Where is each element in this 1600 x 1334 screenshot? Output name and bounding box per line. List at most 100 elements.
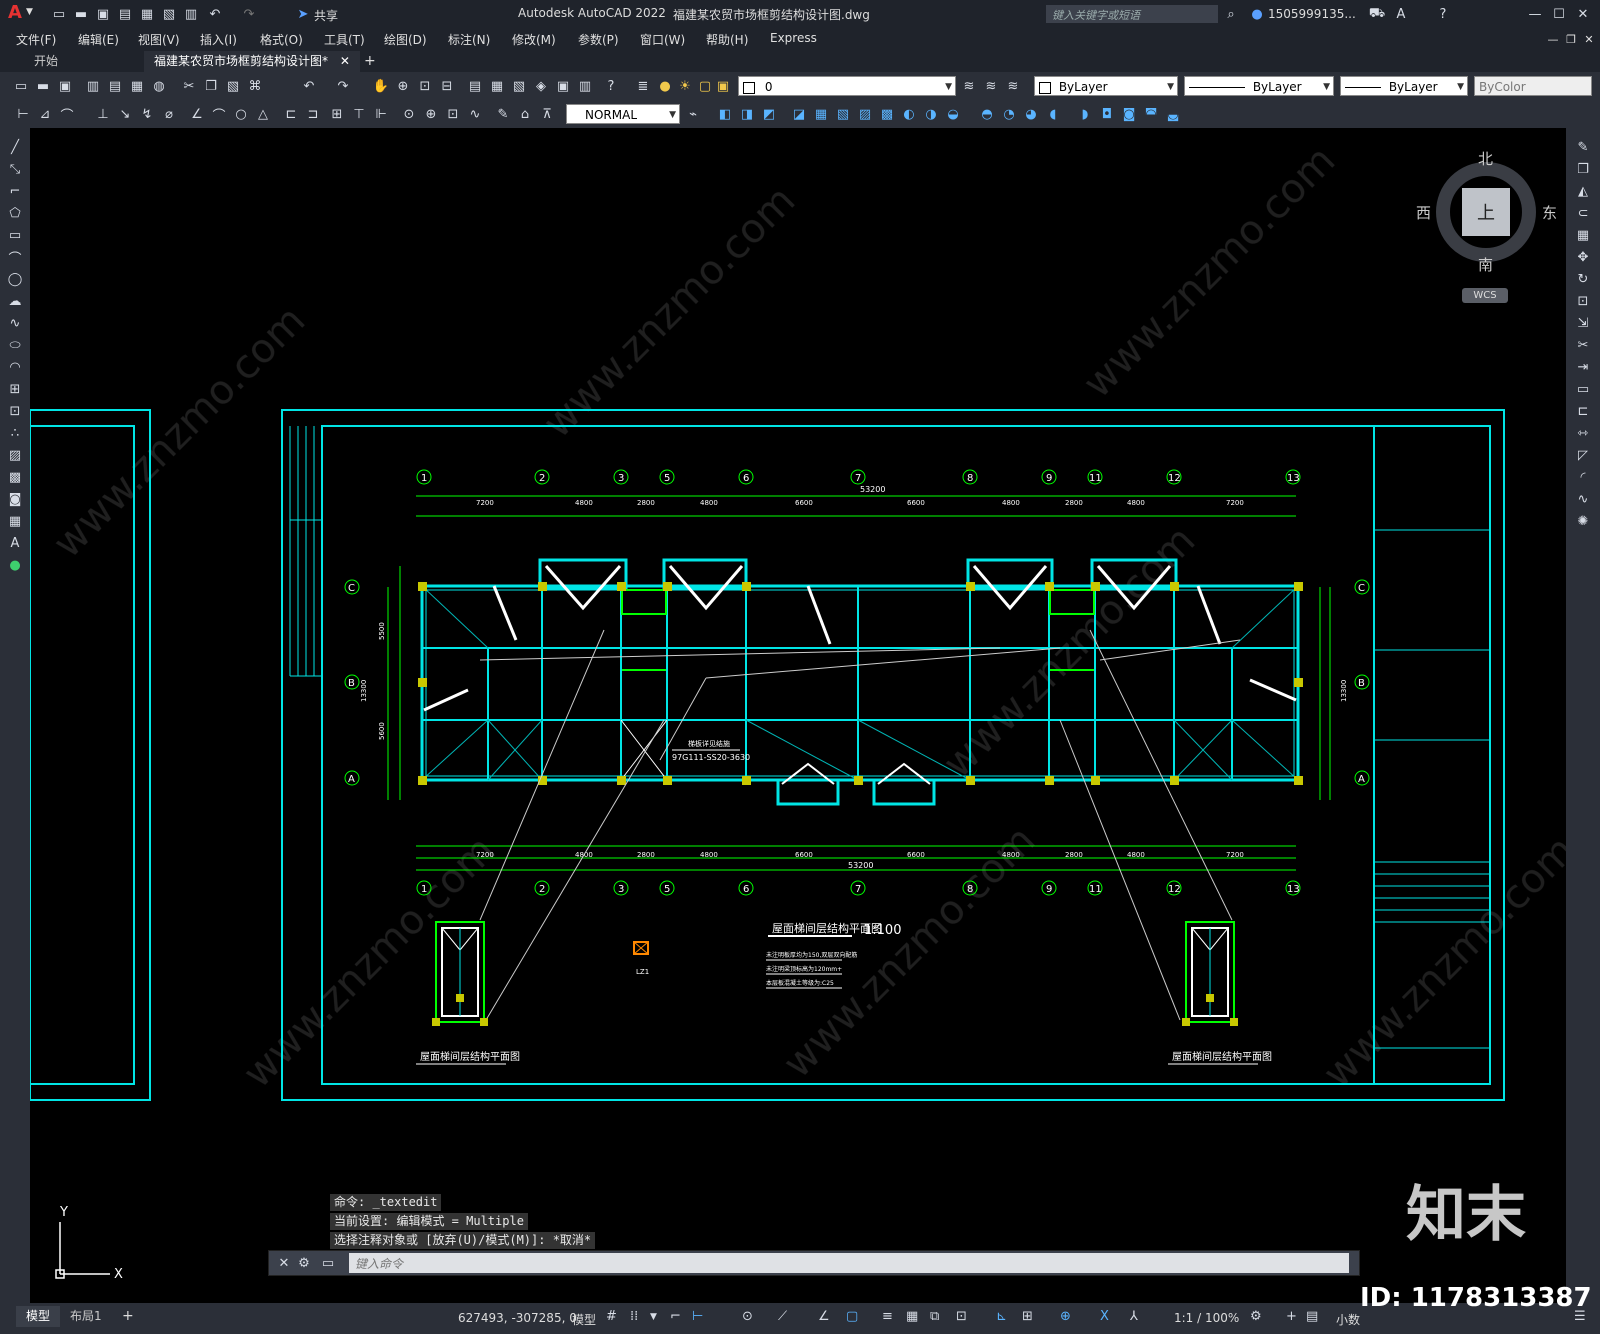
move-icon[interactable]: ✥ — [1574, 248, 1592, 266]
menu-file[interactable]: 文件(F) — [16, 31, 56, 48]
calculator-icon[interactable]: ▥ — [576, 77, 594, 95]
doc-minimize-icon[interactable]: — — [1544, 30, 1562, 48]
polygon-icon[interactable]: ⬠ — [6, 204, 24, 222]
circle-draw-icon[interactable]: ◯ — [6, 270, 24, 288]
tolerance-icon[interactable]: ⊩ — [372, 105, 390, 123]
undo-tb-icon[interactable]: ↶ — [300, 77, 318, 95]
workspace-gear-icon[interactable]: ⚙ — [1250, 1309, 1262, 1324]
attedit-icon[interactable]: ▦ — [812, 105, 830, 123]
scale-icon[interactable]: ⊡ — [1574, 292, 1592, 310]
markup-icon[interactable]: ▣ — [554, 77, 572, 95]
join-icon[interactable]: ⇿ — [1574, 424, 1592, 442]
circle-icon[interactable]: ○ — [232, 105, 250, 123]
new-icon[interactable]: ▭ — [50, 5, 68, 23]
menu-draw[interactable]: 绘图(D) — [384, 31, 427, 48]
tab-start[interactable]: 开始 — [24, 51, 68, 72]
make-current-icon[interactable]: ≋ — [960, 77, 978, 95]
menu-modify[interactable]: 修改(M) — [512, 31, 556, 48]
make-block-icon[interactable]: ⊡ — [6, 402, 24, 420]
quick-dim-icon[interactable]: ⌒ — [210, 105, 228, 124]
copy-icon[interactable]: ❐ — [202, 77, 220, 95]
user-name[interactable]: 1505999135... — [1268, 7, 1356, 21]
selection-cycling-icon[interactable]: ⧉ — [930, 1309, 939, 1324]
paste-icon[interactable]: ▧ — [224, 77, 242, 95]
help-icon[interactable]: ? — [1434, 5, 1452, 23]
lineweight-icon[interactable]: ≡ — [882, 1309, 893, 1324]
qnew-icon[interactable]: ▭ — [12, 77, 30, 95]
zoom-window-icon[interactable]: ⊡ — [416, 77, 434, 95]
compass-north[interactable]: 北 — [1478, 148, 1493, 169]
annotation-scale-value[interactable]: 1:1 / 100% — [1174, 1311, 1239, 1325]
quick-properties-icon[interactable]: ▤ — [1306, 1309, 1318, 1324]
chevron-down-icon[interactable]: ▼ — [650, 1312, 657, 1322]
maximize-icon[interactable]: ☐ — [1550, 5, 1568, 23]
group-icon[interactable]: ◗ — [1076, 105, 1094, 123]
dim-ordinate-icon[interactable]: ⊥ — [94, 105, 112, 123]
region-icon[interactable]: ◙ — [6, 490, 24, 508]
export-icon[interactable]: ▧ — [160, 5, 178, 23]
dim-center-icon[interactable]: △ — [254, 105, 272, 123]
add-tab-button[interactable]: + — [364, 53, 376, 69]
command-customize-icon[interactable]: ⚙ — [295, 1254, 313, 1272]
preview-icon[interactable]: ▤ — [106, 77, 124, 95]
break-icon[interactable]: ⊏ — [1574, 402, 1592, 420]
close-icon[interactable]: ✕ — [1574, 5, 1592, 23]
wcs-menu[interactable]: WCS — [1462, 288, 1508, 303]
autocad-logo[interactable]: A — [8, 2, 22, 23]
polar-icon[interactable]: ⊙ — [742, 1309, 753, 1324]
erase-icon[interactable]: ✎ — [1574, 138, 1592, 156]
add-layout-button[interactable]: + — [122, 1308, 134, 1324]
design-center-icon[interactable]: ▦ — [488, 77, 506, 95]
image-icon[interactable]: ▨ — [856, 105, 874, 123]
explode-icon[interactable]: ✺ — [1574, 512, 1592, 530]
layer-prev-icon[interactable]: ≋ — [982, 77, 1000, 95]
block-edit-icon[interactable]: ◩ — [760, 105, 778, 123]
doc-close-icon[interactable]: ✕ — [1580, 30, 1598, 48]
fullscreen-icon[interactable]: ☰ — [1574, 1309, 1586, 1324]
ellipse-arc-icon[interactable]: ◠ — [6, 358, 24, 376]
break-point-icon[interactable]: ▭ — [1574, 380, 1592, 398]
grid-icon[interactable]: # — [606, 1309, 617, 1324]
hyperlink-icon[interactable]: ◒ — [944, 105, 962, 123]
save-file-icon[interactable]: ▣ — [56, 77, 74, 95]
dim-style-manager-icon[interactable]: ⌁ — [684, 105, 702, 123]
rectangle-icon[interactable]: ▭ — [6, 226, 24, 244]
command-input[interactable]: 键入命令 — [349, 1253, 1349, 1273]
viewcube[interactable]: 上 北 南 西 东 — [1416, 150, 1557, 280]
dim-angular-icon[interactable]: ∠ — [188, 105, 206, 123]
line-icon[interactable]: ╱ — [6, 138, 24, 156]
refclose-icon[interactable]: ◕ — [1022, 105, 1040, 123]
layer-plot-icon[interactable]: ▣ — [714, 77, 732, 95]
match-prop-icon[interactable]: ⌘ — [246, 77, 264, 95]
xline-icon[interactable]: ⤡ — [6, 160, 24, 178]
doc-restore-icon[interactable]: ❐ — [1562, 30, 1580, 48]
table-icon[interactable]: ▦ — [6, 512, 24, 530]
tab-close-icon[interactable]: ✕ — [340, 54, 350, 68]
dynamic-ucs-icon[interactable]: ⊾ — [996, 1309, 1007, 1324]
ungroup-icon[interactable]: ◘ — [1098, 105, 1116, 123]
units-value[interactable]: 小数 — [1336, 1311, 1360, 1328]
group-select-icon[interactable]: ◚ — [1142, 105, 1160, 123]
publish-icon[interactable]: ▦ — [138, 5, 156, 23]
command-close-icon[interactable]: ✕ — [275, 1254, 293, 1272]
dim-text-edit-icon[interactable]: ✎ — [494, 105, 512, 123]
layer-states-icon[interactable]: ≋ — [1004, 77, 1022, 95]
revcloud-icon[interactable]: ☁ — [6, 292, 24, 310]
3d-osnap-icon[interactable]: ⊡ — [956, 1309, 967, 1324]
dimstyle-dropdown[interactable]: NORMAL ▼ — [566, 104, 680, 124]
dim-edit-icon[interactable]: ∿ — [466, 105, 484, 123]
spline-icon[interactable]: ∿ — [6, 314, 24, 332]
layer-lock-icon[interactable]: ▢ — [696, 77, 714, 95]
menu-insert[interactable]: 插入(I) — [200, 31, 237, 48]
tab-layout1[interactable]: 布局1 — [60, 1306, 112, 1327]
isodraft-icon[interactable]: ⟋ — [778, 1309, 787, 1324]
save-as-icon[interactable]: ▤ — [116, 5, 134, 23]
menu-tools[interactable]: 工具(T) — [324, 31, 365, 48]
group-edit-icon[interactable]: ◙ — [1120, 105, 1138, 123]
app-menu-chevron-icon[interactable]: ▼ — [26, 7, 33, 17]
model-space-button[interactable]: 模型 — [572, 1311, 596, 1328]
gizmo-icon[interactable]: ⊞ — [1022, 1309, 1033, 1324]
transparency-icon[interactable]: ▦ — [906, 1309, 918, 1324]
menu-view[interactable]: 视图(V) — [138, 31, 180, 48]
array-icon[interactable]: ▦ — [1574, 226, 1592, 244]
